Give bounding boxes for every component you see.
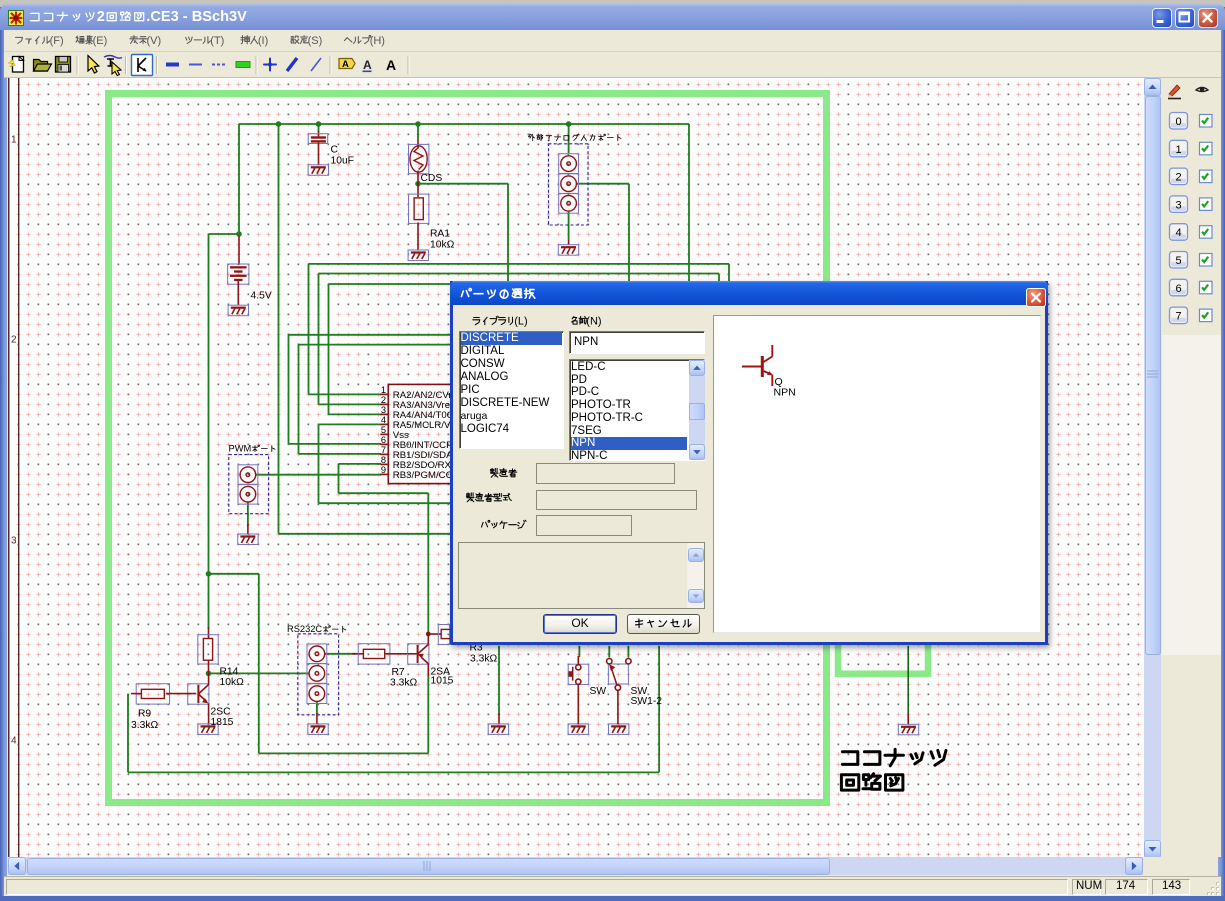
svg-text:NPN: NPN bbox=[774, 387, 796, 399]
